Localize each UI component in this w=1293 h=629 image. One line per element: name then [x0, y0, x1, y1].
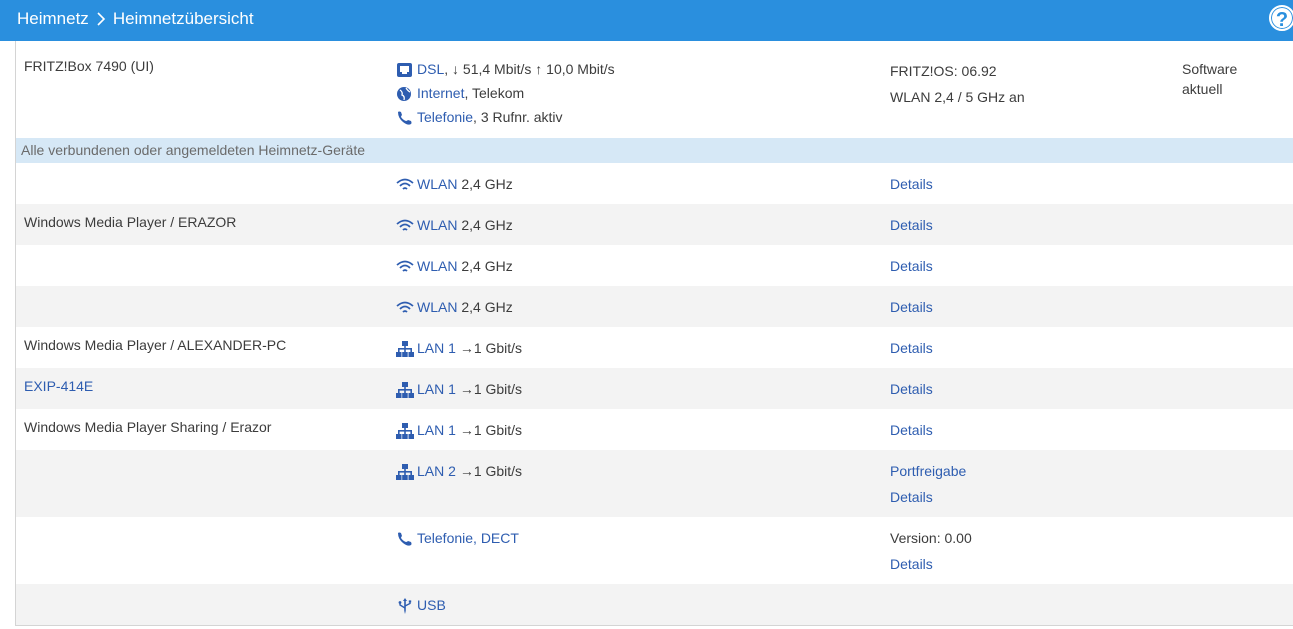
details-link[interactable]: Details: [890, 485, 966, 511]
cut-off-heading: [22, 41, 26, 45]
details-link[interactable]: Details: [890, 172, 933, 198]
internet-link[interactable]: Internet: [417, 85, 464, 101]
device-row: EXIP-414E LAN 1 →1 Gbit/s Details: [16, 368, 1293, 409]
device-connection: WLAN 2,4 GHz: [396, 172, 513, 196]
device-actions: Details: [890, 172, 933, 198]
device-row: Windows Media Player Sharing / Erazor LAN…: [16, 409, 1293, 450]
connection-link[interactable]: USB: [417, 597, 446, 613]
connection-link[interactable]: WLAN: [417, 217, 457, 233]
device-row: Telefonie, DECT Version: 0.00 Details: [16, 517, 1293, 584]
connection-link[interactable]: LAN 1: [417, 422, 456, 438]
details-link[interactable]: Details: [890, 377, 933, 403]
details-link[interactable]: Details: [890, 295, 933, 321]
device-version: Version: 0.00: [890, 530, 972, 546]
device-row: Windows Media Player / ERAZOR WLAN 2,4 GH…: [16, 204, 1293, 245]
telephony-link[interactable]: Telefonie: [417, 109, 473, 125]
details-link[interactable]: Details: [890, 336, 933, 362]
connection-detail: →1 Gbit/s: [459, 381, 523, 397]
device-connection: Telefonie, DECT: [396, 526, 519, 550]
top-bar: Heimnetz Heimnetzübersicht ?: [0, 0, 1293, 41]
device-actions: Details: [890, 418, 933, 444]
device-connection: LAN 2 →1 Gbit/s: [396, 459, 522, 483]
details-link[interactable]: Details: [890, 254, 933, 280]
port-forwarding-link[interactable]: Portfreigabe: [890, 459, 966, 485]
breadcrumb-current: Heimnetzübersicht: [112, 9, 254, 28]
fritzos-version: FRITZ!OS: 06.92: [890, 63, 997, 79]
connection-link[interactable]: Telefonie, DECT: [417, 530, 519, 546]
connection-link[interactable]: LAN 1: [417, 340, 456, 356]
device-connection: WLAN 2,4 GHz: [396, 254, 513, 278]
wlan-status: WLAN 2,4 / 5 GHz an: [890, 89, 1025, 105]
fritzbox-info: FRITZ!OS: 06.92 WLAN 2,4 / 5 GHz an: [890, 59, 1025, 109]
lan-icon: [396, 423, 414, 440]
device-row: WLAN 2,4 GHz Details: [16, 163, 1293, 204]
connection-detail: 2,4 GHz: [461, 299, 513, 315]
device-actions: Portfreigabe Details: [890, 459, 966, 511]
device-connection: WLAN 2,4 GHz: [396, 213, 513, 237]
wifi-icon: [396, 178, 414, 190]
details-link[interactable]: Details: [890, 552, 972, 578]
phone-icon: [398, 111, 412, 125]
device-name: Windows Media Player / ALEXANDER-PC: [24, 337, 287, 353]
connection-detail: 2,4 GHz: [461, 258, 513, 274]
lan-icon: [396, 382, 414, 399]
device-row: WLAN 2,4 GHz Details: [16, 286, 1293, 327]
device-actions: Details: [890, 336, 933, 362]
internet-provider: , Telekom: [464, 85, 525, 101]
details-link[interactable]: Details: [890, 213, 933, 239]
device-row: Windows Media Player / ALEXANDER-PC LAN 1…: [16, 327, 1293, 368]
telephony-detail: , 3 Rufnr. aktiv: [473, 109, 563, 125]
globe-icon: [397, 87, 411, 102]
wifi-icon: [396, 219, 414, 231]
device-name[interactable]: EXIP-414E: [24, 374, 93, 398]
device-actions: Details: [890, 295, 933, 321]
breadcrumb: Heimnetz Heimnetzübersicht: [17, 9, 254, 29]
connection-detail: 2,4 GHz: [461, 176, 513, 192]
connection-link[interactable]: WLAN: [417, 299, 457, 315]
breadcrumb-root[interactable]: Heimnetz: [17, 9, 89, 29]
section-connected-devices: Alle verbundenen oder angemeldeten Heimn…: [16, 138, 1293, 163]
connection-link[interactable]: WLAN: [417, 176, 457, 192]
connection-detail: →1 Gbit/s: [459, 463, 523, 479]
device-name: Windows Media Player / ERAZOR: [24, 214, 237, 230]
fritzbox-name: FRITZ!Box 7490 (UI): [24, 58, 154, 74]
dsl-speed: , ↓ 51,4 Mbit/s ↑ 10,0 Mbit/s: [444, 61, 615, 77]
dsl-icon: [397, 63, 412, 78]
device-row: LAN 2 →1 Gbit/s Portfreigabe Details: [16, 450, 1293, 517]
connection-detail: →1 Gbit/s: [459, 422, 523, 438]
connection-link[interactable]: WLAN: [417, 258, 457, 274]
device-actions: Details: [890, 254, 933, 280]
lan-icon: [396, 464, 414, 481]
lan-icon: [396, 341, 414, 358]
fritzbox-row: FRITZ!Box 7490 (UI) DSL, ↓ 51,4 Mbit/s ↑…: [16, 51, 1293, 137]
chevron-right-icon: [97, 12, 105, 26]
connection-link[interactable]: LAN 1: [417, 381, 456, 397]
fritzbox-connections: DSL, ↓ 51,4 Mbit/s ↑ 10,0 Mbit/s Interne…: [396, 57, 615, 129]
details-link[interactable]: Details: [890, 418, 933, 444]
device-row: WLAN 2,4 GHz Details: [16, 245, 1293, 286]
device-actions: Details: [890, 377, 933, 403]
device-actions: Details: [890, 213, 933, 239]
device-row: USB: [16, 584, 1293, 625]
device-name: Windows Media Player Sharing / Erazor: [24, 419, 272, 435]
phone-icon: [398, 532, 412, 546]
device-actions: Version: 0.00 Details: [890, 526, 972, 578]
device-connection: LAN 1 →1 Gbit/s: [396, 377, 522, 401]
connection-detail: 2,4 GHz: [461, 217, 513, 233]
connection-link[interactable]: LAN 2: [417, 463, 456, 479]
device-connection: LAN 1 →1 Gbit/s: [396, 336, 522, 360]
software-status: Software aktuell: [1182, 61, 1238, 97]
device-connection: WLAN 2,4 GHz: [396, 295, 513, 319]
help-icon[interactable]: ?: [1269, 5, 1293, 31]
usb-icon: [398, 598, 412, 615]
wifi-icon: [396, 260, 414, 272]
wifi-icon: [396, 301, 414, 313]
home-network-overview: FRITZ!Box 7490 (UI) DSL, ↓ 51,4 Mbit/s ↑…: [15, 41, 1293, 626]
dsl-link[interactable]: DSL: [417, 61, 444, 77]
device-connection: USB: [396, 593, 446, 617]
device-connection: LAN 1 →1 Gbit/s: [396, 418, 522, 442]
connection-detail: →1 Gbit/s: [459, 340, 523, 356]
